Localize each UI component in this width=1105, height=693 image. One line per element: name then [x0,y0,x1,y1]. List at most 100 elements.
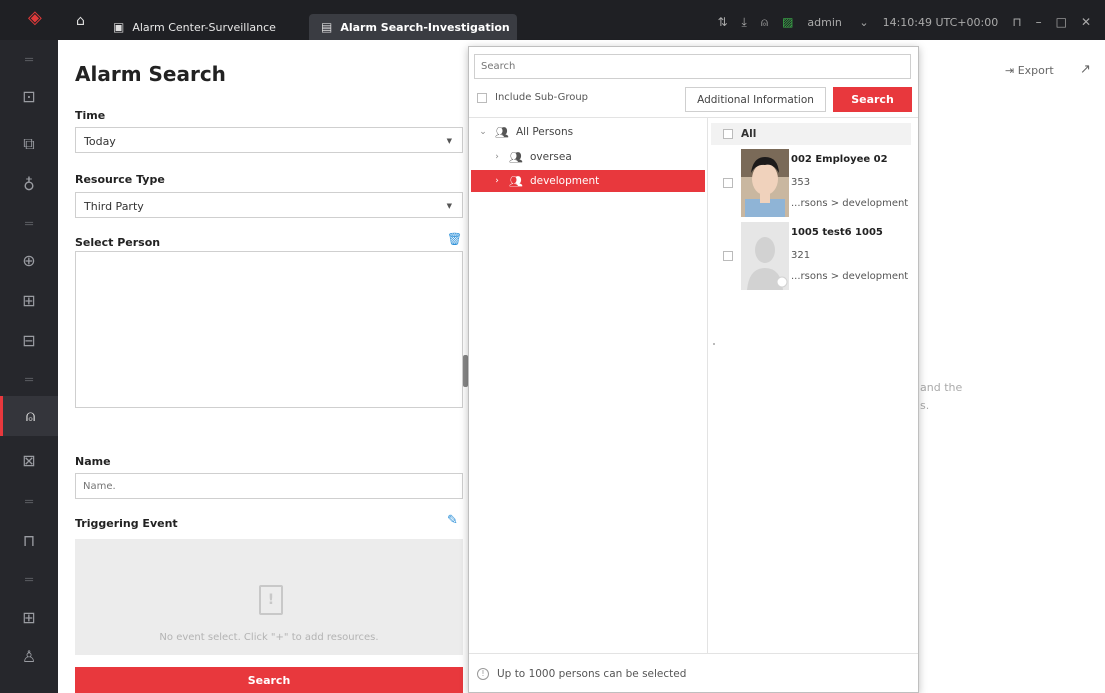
select-person-popup: Include Sub-Group Additional Information… [468,46,919,693]
tree-node-label: oversea [529,151,572,163]
person-name: 1005 test6 1005 [791,227,883,238]
name-input[interactable] [75,473,463,499]
export-icon: ⇥ [1005,64,1015,77]
additional-information-button[interactable]: Additional Information [685,87,826,112]
sidebar-live-view-icon[interactable]: ⊡ [0,76,58,116]
tree-node-oversea[interactable]: › 👥︎ oversea [471,146,705,168]
sidebar-separator-icon: ═ [25,52,33,68]
sidebar: ═ ⊡ ⧉ ♁ ═ ⊕ ⊞ ⊟ ═ ⍝ ⊠ ═ ⊓ ═ ⊞ ♙ [0,40,58,693]
tab-alarm-center-label: Alarm Center-Surveillance [132,20,276,34]
export-button[interactable]: ⇥ Export [1005,64,1054,77]
app-logo-icon: ◈ [28,7,42,28]
clock: 14:10:49 UTC+00:00 [882,15,999,29]
trash-icon[interactable]: 🗑︎ [447,232,462,246]
sidebar-alarm-icon[interactable]: ⍝ [0,396,58,436]
divider [707,118,708,653]
maximize-icon[interactable]: □ [1056,15,1067,29]
open-external-icon[interactable]: ↗ [1080,62,1091,77]
monitor-icon[interactable]: ▨ [782,15,793,29]
resource-type-label: Resource Type [75,173,165,186]
sidebar-separator-icon: ═ [25,216,33,232]
resource-type-value: Third Party [84,200,144,213]
checkbox[interactable] [477,92,487,103]
name-label: Name [75,455,111,468]
divider [469,117,918,118]
sidebar-person-icon[interactable]: ♙ [0,636,58,676]
person-name: 002 Employee 02 [791,154,888,165]
popup-search-input[interactable] [474,54,911,79]
export-label: Export [1017,64,1054,77]
empty-doc-icon: ! [259,585,283,615]
sidebar-bulb-icon[interactable]: ♁ [0,164,58,204]
chevron-down-icon[interactable]: ⌄ [477,127,489,137]
home-icon[interactable]: ⌂ [76,13,85,29]
person-card[interactable]: 002 Employee 02 353 ...rsons > developme… [711,149,916,217]
minimize-icon[interactable]: – [1036,15,1042,29]
chevron-right-icon[interactable]: › [491,176,503,186]
time-select-value: Today [84,135,116,148]
chevron-down-icon: ▼ [446,137,452,145]
select-all-checkbox[interactable] [723,129,733,139]
info-icon: ! [477,667,489,680]
sidebar-search-doc-icon[interactable]: ⊞ [0,280,58,320]
tree-node-all-persons[interactable]: ⌄ 👥︎ All Persons [471,121,705,143]
sidebar-face-icon[interactable]: ⊕ [0,240,58,280]
tab-alarm-search[interactable]: ▤ Alarm Search-Investigation [309,14,517,40]
user-menu[interactable]: admin ⌄ [807,16,868,29]
person-group: ...rsons > development [791,198,909,209]
triggering-event-label: Triggering Event [75,517,178,530]
sidebar-id-card-icon[interactable]: ⊟ [0,320,58,360]
person-checkbox[interactable] [723,178,733,188]
tree-node-label: All Persons [515,126,574,138]
alarm-search-icon: ▤ [321,20,333,34]
include-sub-group-label: Include Sub-Group [495,92,589,103]
person-card[interactable]: 1005 test6 1005 321 ...rsons > developme… [711,222,916,290]
sidebar-separator-icon: ═ [25,372,33,388]
alarm-bell-icon[interactable]: ⍝ [761,15,768,30]
alarm-center-icon: ▣ [113,20,125,34]
popup-search-button[interactable]: Search [833,87,912,112]
popup-footer: ! Up to 1000 persons can be selected [469,653,918,693]
select-all-row[interactable]: All [711,123,911,145]
chevron-right-icon[interactable]: › [491,152,503,162]
top-right-controls: ⇅ ⤓ ⍝ ▨ admin ⌄ 14:10:49 UTC+00:00 ⊓ – □… [717,12,1105,32]
group-icon: 👥︎ [495,125,509,139]
resource-type-select[interactable]: Third Party ▼ [75,192,463,218]
select-person-label: Select Person [75,236,161,249]
sidebar-report-icon[interactable]: ⊠ [0,440,58,480]
sidebar-badge-icon[interactable]: ⊞ [0,597,58,637]
download-icon[interactable]: ⤓ [742,15,747,30]
time-select[interactable]: Today ▼ [75,127,463,153]
person-id: 353 [791,177,811,188]
sidebar-separator-icon: ═ [25,494,33,510]
tab-alarm-search-label: Alarm Search-Investigation [340,20,510,34]
sidebar-vehicle-icon[interactable]: ⊓ [0,520,58,560]
person-group: ...rsons > development [791,271,909,282]
select-all-label: All [741,128,757,140]
group-icon: 👥︎ [509,174,523,188]
page-title: Alarm Search [75,62,226,86]
person-photo [741,149,789,217]
sort-alert-icon[interactable]: ⇅ [717,15,727,29]
chevron-down-icon: ▼ [446,202,452,210]
sidebar-playback-icon[interactable]: ⧉ [0,124,58,164]
edit-icon[interactable]: ✎ [447,513,458,528]
lock-icon[interactable]: ⊓ [1012,15,1021,29]
close-icon[interactable]: ✕ [1081,15,1091,29]
title-bar: ◈ ⌂ ▣ Alarm Center-Surveillance ▤ Alarm … [0,0,1105,40]
person-checkbox[interactable] [723,251,733,261]
selected-persons-box[interactable] [75,251,463,408]
include-sub-group-checkbox[interactable]: Include Sub-Group [477,92,588,103]
empty-hint-line2: s. [920,399,930,412]
group-icon: 👥︎ [509,150,523,164]
empty-hint-line1: and the [920,381,963,394]
tab-alarm-center[interactable]: ▣ Alarm Center-Surveillance [113,14,293,40]
triggering-event-box: ! No event select. Click "+" to add reso… [75,539,463,655]
person-placeholder-photo [741,222,789,290]
tree-node-label: development [529,175,600,187]
event-empty-text: No event select. Click "+" to add resour… [159,632,379,643]
person-id: 321 [791,250,811,261]
search-button[interactable]: Search [75,667,463,693]
footer-text: Up to 1000 persons can be selected [497,667,687,680]
tree-node-development[interactable]: › 👥︎ development [471,170,705,192]
